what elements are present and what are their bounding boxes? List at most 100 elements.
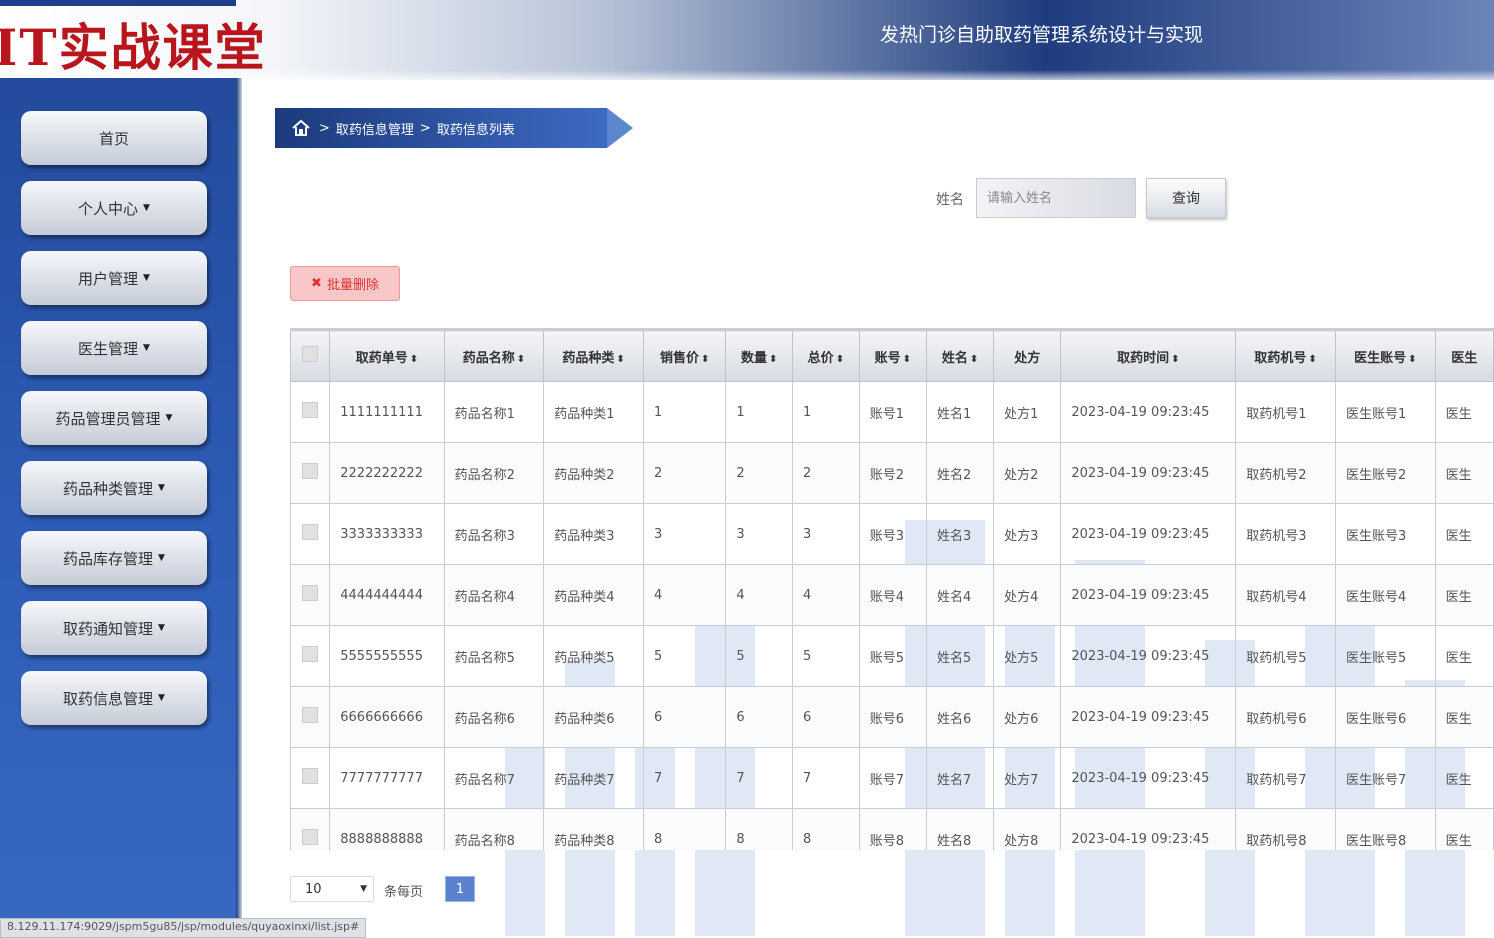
table-cell: 7 (792, 747, 860, 809)
sort-icon[interactable]: ⬍ (517, 354, 525, 365)
sidebar-item[interactable]: 取药信息管理 ▼ (21, 671, 207, 725)
sidebar-item[interactable]: 个人中心 ▼ (21, 181, 207, 235)
breadcrumb-separator: > (419, 120, 431, 136)
sidebar-item[interactable]: 医生管理 ▼ (21, 321, 207, 375)
column-header[interactable]: 取药机号 ⬍ (1235, 328, 1336, 382)
sort-icon[interactable]: ⬍ (1408, 354, 1416, 365)
table-cell: 7 (725, 747, 794, 809)
row-select-cell[interactable] (290, 686, 331, 748)
table-cell: 5 (725, 625, 794, 687)
column-header[interactable]: 取药单号 ⬍ (329, 328, 445, 382)
table-cell: 药品名称1 (443, 381, 545, 443)
row-select-cell[interactable] (290, 381, 331, 443)
data-table-container: 取药单号 ⬍ 药品名称 ⬍ 药品种类 ⬍ 销售价 ⬍ 数量 ⬍ 总价 ⬍ 账号 ⬍ 姓名 ⬍ 处方 取药时间 ⬍ 取药… (290, 328, 1494, 850)
sort-icon[interactable]: ⬍ (836, 354, 844, 365)
row-checkbox[interactable] (302, 402, 319, 418)
table-cell: 2023-04-19 09:23:45 (1060, 503, 1237, 565)
sort-icon[interactable]: ⬍ (616, 354, 624, 365)
name-search-input[interactable] (976, 178, 1136, 218)
row-checkbox[interactable] (302, 829, 319, 845)
sort-icon[interactable]: ⬍ (701, 354, 709, 365)
table-cell: 医生 (1434, 625, 1494, 687)
column-header[interactable]: 姓名 ⬍ (925, 328, 995, 382)
table-cell: 1111111111 (329, 381, 445, 443)
column-header[interactable]: 总价 ⬍ (792, 328, 860, 382)
batch-delete-button[interactable]: ✖ 批量删除 (290, 266, 400, 301)
column-header[interactable]: 药品名称 ⬍ (443, 328, 545, 382)
select-all-checkbox[interactable] (302, 346, 319, 362)
table-row[interactable]: 1111111111 药品名称1 药品种类1 1 1 1 账号1 姓名1 处方1 2023-04-… (290, 381, 1494, 443)
table-row[interactable]: 5555555555 药品名称5 药品种类5 5 5 5 账号5 姓名5 处方5 2023-04-… (290, 625, 1494, 687)
row-select-cell[interactable] (290, 747, 331, 809)
table-cell: 医生 (1434, 686, 1494, 748)
row-checkbox[interactable] (302, 768, 319, 784)
home-icon[interactable] (291, 118, 311, 138)
per-page-label: 条每页 (384, 885, 424, 900)
table-cell: 取药机号2 (1235, 442, 1336, 504)
table-cell: 药品名称2 (443, 442, 545, 504)
table-row[interactable]: 8888888888 药品名称8 药品种类8 8 8 8 账号8 姓名8 处方8 2023-04-… (290, 808, 1494, 850)
row-select-cell[interactable] (290, 808, 331, 850)
table-cell: 取药机号6 (1235, 686, 1336, 748)
sort-icon[interactable]: ⬍ (410, 354, 418, 365)
select-all-header[interactable] (290, 328, 331, 382)
table-cell: 账号8 (858, 808, 927, 850)
column-header-label: 取药时间 (1117, 350, 1170, 366)
sidebar-item[interactable]: 首页 (21, 111, 207, 165)
breadcrumb-item-current: 取药信息列表 (436, 122, 515, 138)
row-select-cell[interactable] (290, 564, 331, 626)
page-button-current[interactable]: 1 (445, 876, 475, 902)
column-header[interactable]: 药品种类 ⬍ (543, 328, 644, 382)
sidebar-item-label: 药品管理员管理 (55, 409, 161, 428)
sort-icon[interactable]: ⬍ (1171, 354, 1179, 365)
column-header[interactable]: 取药时间 ⬍ (1060, 328, 1237, 382)
row-select-cell[interactable] (290, 503, 331, 565)
table-cell: 7 (642, 747, 727, 809)
sidebar-item[interactable]: 药品库存管理 ▼ (21, 531, 207, 585)
row-checkbox[interactable] (302, 585, 319, 601)
breadcrumb-item-section[interactable]: 取药信息管理 (336, 119, 414, 138)
row-checkbox[interactable] (302, 646, 319, 662)
sidebar-item[interactable]: 药品管理员管理 ▼ (21, 391, 207, 445)
page-size-select[interactable]: 10 ▼ (290, 876, 374, 902)
table-cell: 3 (725, 503, 794, 565)
table-cell: 药品名称7 (443, 747, 545, 809)
table-cell: 姓名7 (925, 747, 995, 809)
row-select-cell[interactable] (290, 625, 331, 687)
table-row[interactable]: 3333333333 药品名称3 药品种类3 3 3 3 账号3 姓名3 处方3 2023-04-… (290, 503, 1494, 565)
row-checkbox[interactable] (302, 707, 319, 723)
column-header-label: 数量 (741, 350, 768, 366)
search-button[interactable]: 查询 (1146, 178, 1226, 218)
table-cell: 医生 (1434, 442, 1494, 504)
sidebar-item[interactable]: 用户管理 ▼ (21, 251, 207, 305)
table-cell: 医生账号8 (1334, 808, 1436, 850)
row-select-cell[interactable] (290, 442, 331, 504)
row-checkbox[interactable] (302, 524, 319, 540)
row-checkbox[interactable] (302, 463, 319, 479)
breadcrumb-separator: > (319, 120, 330, 136)
table-cell: 8888888888 (329, 808, 445, 850)
sidebar-item[interactable]: 药品种类管理 ▼ (21, 461, 207, 515)
sort-icon[interactable]: ⬍ (769, 354, 777, 365)
sort-icon[interactable]: ⬍ (903, 354, 911, 365)
column-header-label: 处方 (1014, 350, 1041, 366)
table-cell: 医生账号6 (1334, 686, 1436, 748)
column-header[interactable]: 医生账号 ⬍ (1334, 328, 1436, 382)
column-header[interactable]: 账号 ⬍ (858, 328, 927, 382)
table-cell: 医生账号1 (1334, 381, 1436, 443)
table-cell: 药品名称6 (443, 686, 545, 748)
sort-icon[interactable]: ⬍ (1308, 354, 1316, 365)
column-header-label: 医生 (1451, 350, 1478, 366)
table-cell: 5555555555 (329, 625, 445, 687)
table-row[interactable]: 2222222222 药品名称2 药品种类2 2 2 2 账号2 姓名2 处方2 2023-04-… (290, 442, 1494, 504)
column-header[interactable]: 数量 ⬍ (725, 328, 794, 382)
column-header[interactable]: 销售价 ⬍ (642, 328, 727, 382)
table-row[interactable]: 6666666666 药品名称6 药品种类6 6 6 6 账号6 姓名6 处方6 2023-04-… (290, 686, 1494, 748)
table-cell: 医生 (1434, 503, 1494, 565)
table-row[interactable]: 4444444444 药品名称4 药品种类4 4 4 4 账号4 姓名4 处方4 2023-04-… (290, 564, 1494, 626)
sort-icon[interactable]: ⬍ (970, 354, 978, 365)
sidebar-item[interactable]: 取药通知管理 ▼ (21, 601, 207, 655)
table-cell: 处方6 (993, 686, 1062, 748)
caret-down-icon: ▼ (158, 483, 165, 493)
table-row[interactable]: 7777777777 药品名称7 药品种类7 7 7 7 账号7 姓名7 处方7 2023-04-… (290, 747, 1494, 809)
